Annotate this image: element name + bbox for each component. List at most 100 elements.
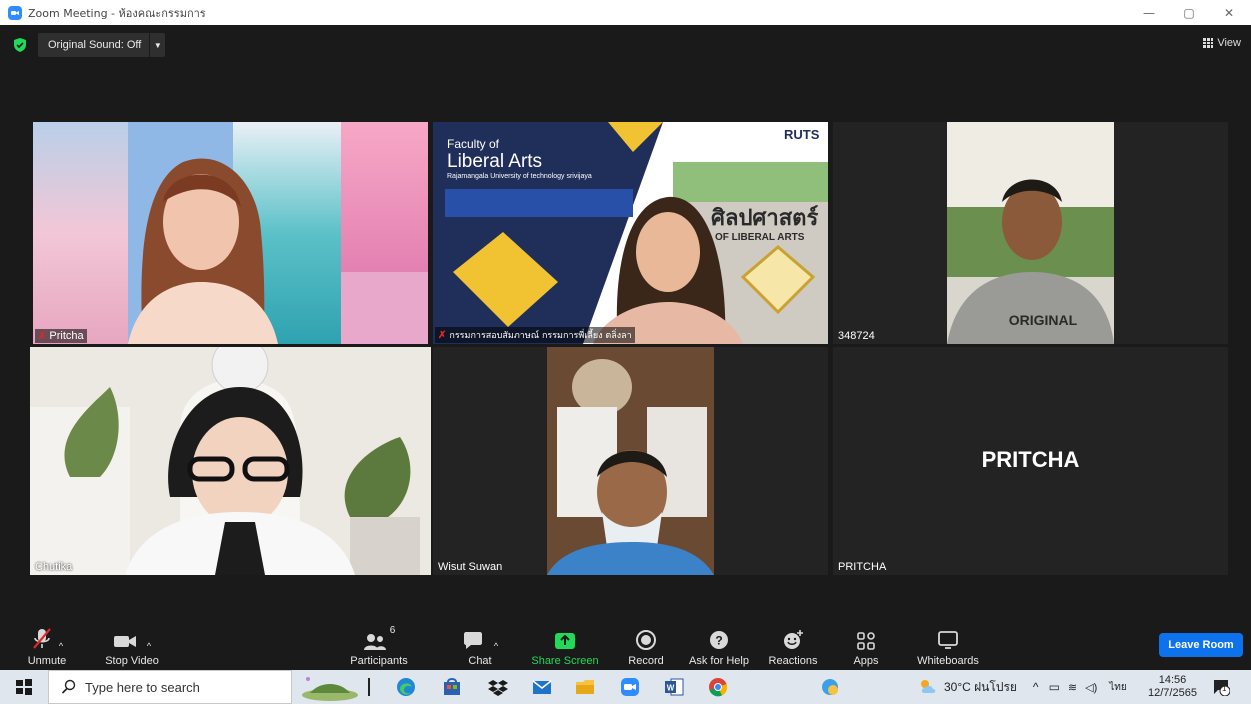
mail-icon[interactable]	[532, 677, 552, 697]
apps-icon	[857, 632, 875, 650]
record-button[interactable]: Record	[624, 625, 668, 667]
chevron-up-icon[interactable]: ^	[1033, 680, 1039, 694]
chat-button[interactable]: ^ Chat	[460, 625, 500, 667]
share-screen-icon	[555, 633, 575, 649]
participant-avatar-text: PRITCHA	[981, 447, 1080, 472]
taskbar-search-box[interactable]: Type here to search	[48, 670, 292, 704]
participant-video	[947, 122, 1114, 344]
reactions-smiley-icon	[784, 630, 803, 649]
clock[interactable]: 14:56 12/7/2565	[1148, 670, 1197, 704]
file-explorer-icon[interactable]	[575, 677, 595, 697]
share-screen-button[interactable]: Share Screen	[530, 625, 600, 667]
participant-name-label: 348724	[838, 330, 875, 342]
system-tray: 30°C ฝนโปรย ^ ▭ ≋ ◁) ไทย	[918, 670, 1127, 704]
grid-view-icon	[1203, 38, 1214, 48]
notifications-button[interactable]: 1	[1212, 678, 1231, 697]
minimize-button[interactable]: —	[1131, 0, 1167, 25]
weather-text[interactable]: 30°C ฝนโปรย	[944, 678, 1017, 697]
windows-taskbar: Type here to search W 30°C ฝนโปรย ^ ▭ ≋ …	[0, 670, 1251, 704]
apps-label: Apps	[853, 655, 879, 667]
chat-label: Chat	[468, 655, 492, 667]
muted-microphone-icon	[33, 628, 51, 649]
zoom-taskbar-icon[interactable]	[620, 677, 640, 697]
ask-for-help-button[interactable]: ? Ask for Help	[686, 625, 752, 667]
view-label: View	[1217, 37, 1241, 49]
chevron-up-icon[interactable]: ^	[147, 641, 151, 651]
participants-count: 6	[389, 625, 396, 636]
muted-mic-icon: ✗	[438, 329, 447, 341]
stop-video-label: Stop Video	[105, 655, 159, 667]
video-tile-chutika[interactable]: Chutika	[30, 347, 431, 575]
participant-name-label: Chutika	[35, 561, 73, 573]
word-icon[interactable]: W	[664, 677, 684, 697]
input-language[interactable]: ไทย	[1109, 680, 1126, 695]
pinned-app-icon[interactable]	[820, 677, 840, 697]
chevron-up-icon[interactable]: ^	[59, 641, 63, 651]
slide-line3: Rajamangala University of technology sri…	[447, 173, 592, 180]
video-tile-348724[interactable]: ORIGINAL 348724	[833, 122, 1228, 344]
restore-button[interactable]: ▢	[1171, 0, 1207, 25]
svg-text:W: W	[667, 684, 675, 693]
unmute-button[interactable]: ^ Unmute	[22, 625, 72, 667]
view-button[interactable]: View	[1203, 37, 1241, 49]
original-sound-button[interactable]: Original Sound: Off ▼	[38, 33, 166, 57]
notification-icon	[1214, 680, 1231, 697]
stop-video-button[interactable]: ^ Stop Video	[100, 625, 164, 667]
video-tile-committee[interactable]: Faculty of Liberal Arts Rajamangala Univ…	[433, 122, 828, 344]
svg-text:?: ?	[715, 634, 722, 648]
close-button[interactable]: ✕	[1211, 0, 1247, 25]
whiteboards-label: Whiteboards	[917, 655, 979, 667]
search-icon	[61, 679, 76, 694]
muted-mic-icon: ✗	[38, 330, 47, 342]
taskbar-divider	[368, 678, 370, 696]
slide-line2: Liberal Arts	[447, 151, 543, 172]
original-sound-label: Original Sound: Off	[48, 39, 142, 51]
dropbox-icon[interactable]	[488, 677, 508, 697]
participant-video	[30, 347, 431, 575]
video-tile-wisut-suwan[interactable]: Wisut Suwan	[433, 347, 828, 575]
slide-line1: Faculty of	[447, 137, 500, 151]
window-title: Zoom Meeting - ห้องคณะกรรมการ	[28, 6, 206, 20]
weather-icon[interactable]	[918, 678, 938, 696]
chevron-down-icon[interactable]: ▼	[149, 33, 165, 57]
chevron-up-icon[interactable]: ^	[494, 641, 498, 651]
reactions-label: Reactions	[768, 655, 818, 667]
participants-button[interactable]: 6 Participants	[346, 625, 412, 667]
slide-sign-thai: ศิลปศาสตร์	[711, 206, 819, 231]
help-question-icon: ?	[710, 631, 728, 649]
meeting-area: Original Sound: Off ▼ View ✗ Pritcha Fac…	[0, 25, 1251, 670]
leave-room-button[interactable]: Leave Room	[1159, 633, 1243, 657]
ask-for-help-label: Ask for Help	[689, 655, 749, 667]
shirt-text: ORIGINAL	[1008, 312, 1078, 328]
ruts-logo: RUTS	[784, 127, 820, 142]
video-camera-icon	[113, 636, 136, 647]
whiteboards-button[interactable]: Whiteboards	[914, 625, 982, 667]
record-label: Record	[628, 655, 664, 667]
participant-name-label: PRITCHA	[838, 561, 887, 573]
clock-time: 14:56	[1158, 674, 1187, 686]
clock-date: 12/7/2565	[1148, 687, 1197, 699]
search-highlight-icon[interactable]	[300, 673, 360, 701]
chrome-icon[interactable]	[708, 677, 728, 697]
microsoft-store-icon[interactable]	[442, 677, 462, 697]
video-tile-pritcha-avatar[interactable]: PRITCHA PRITCHA	[833, 347, 1228, 575]
participant-name-label: ✗ กรรมการสอบสัมภาษณ์ กรรมการพี่เลี้ยง ตล…	[435, 327, 635, 343]
encryption-shield-icon[interactable]	[12, 37, 28, 53]
search-placeholder: Type here to search	[85, 679, 200, 695]
window-titlebar: Zoom Meeting - ห้องคณะกรรมการ	[0, 0, 1251, 25]
notification-count: 1	[1222, 684, 1227, 693]
windows-start-icon[interactable]	[14, 677, 34, 697]
battery-icon[interactable]: ▭	[1049, 680, 1060, 694]
participant-video	[547, 347, 714, 575]
wifi-icon[interactable]: ≋	[1068, 681, 1077, 694]
whiteboard-icon	[938, 631, 958, 649]
apps-button[interactable]: Apps	[848, 625, 884, 667]
edge-browser-icon[interactable]	[396, 677, 416, 697]
share-screen-label: Share Screen	[531, 655, 599, 667]
chat-bubble-icon	[463, 632, 482, 649]
participant-video	[33, 122, 428, 344]
video-tile-pritcha[interactable]: ✗ Pritcha	[33, 122, 428, 344]
reactions-button[interactable]: Reactions	[766, 625, 820, 667]
participants-icon	[363, 634, 386, 650]
volume-icon[interactable]: ◁)	[1085, 681, 1097, 694]
